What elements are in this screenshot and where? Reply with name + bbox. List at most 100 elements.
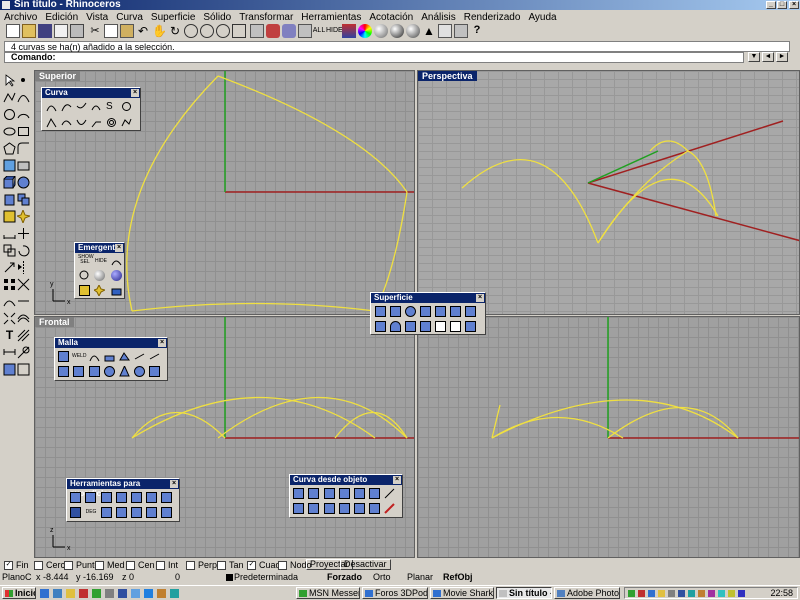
palette-superficie-title[interactable]: Superficie × — [371, 293, 485, 303]
menu-analisis[interactable]: Análisis — [417, 12, 459, 23]
quick-launch-word-icon[interactable] — [118, 589, 127, 598]
mirror-icon[interactable] — [17, 261, 30, 274]
curve-wireframe-icon[interactable] — [324, 503, 335, 514]
grid-snap-icon[interactable] — [282, 24, 296, 38]
cmd-scroll-down-button[interactable]: ▼ — [748, 52, 760, 62]
srf-shrink-icon[interactable] — [116, 507, 127, 518]
curve-duplicate-border-icon[interactable] — [339, 488, 350, 499]
shaded-sphere-icon[interactable] — [94, 270, 105, 281]
tray-app-icon[interactable] — [688, 590, 695, 597]
srf-patch-icon[interactable] — [450, 306, 461, 317]
palette-emergente-title[interactable]: Emergente × — [75, 243, 124, 253]
menu-superficie[interactable]: Superficie — [147, 12, 199, 23]
print-icon[interactable] — [70, 24, 84, 38]
osnap-cuad[interactable]: ✓ Cuad — [247, 560, 281, 570]
tray-app5-icon[interactable] — [728, 590, 735, 597]
curve-blend-icon[interactable] — [46, 117, 57, 128]
mesh-split-icon[interactable] — [134, 351, 145, 362]
srf-extend-icon[interactable] — [131, 492, 142, 503]
pan-hand-icon[interactable]: ✋ — [152, 24, 167, 38]
open-folder-icon[interactable] — [22, 24, 36, 38]
viewport-perspective[interactable]: Perspectiva — [417, 70, 800, 315]
quick-launch-folder-icon[interactable] — [66, 589, 75, 598]
curve-pencil-icon[interactable] — [384, 503, 395, 514]
srf-edge-icon[interactable] — [390, 306, 401, 317]
ellipse-icon[interactable] — [3, 125, 16, 138]
zoom-window-icon[interactable] — [200, 24, 214, 38]
osnap-cen-checkbox[interactable] — [126, 560, 135, 570]
srf-degree-icon[interactable]: DEG — [84, 506, 98, 517]
tray-app2-icon[interactable] — [698, 590, 705, 597]
menu-curva[interactable]: Curva — [112, 12, 147, 23]
curve-extract-iso-icon[interactable] — [354, 488, 365, 499]
curve-arc-icon[interactable] — [111, 256, 122, 267]
palette-superficie-close-icon[interactable]: × — [476, 294, 484, 302]
mesh-globe-icon[interactable] — [134, 366, 145, 377]
palette-curva-close-icon[interactable]: × — [131, 89, 139, 97]
rotate-icon[interactable] — [17, 244, 30, 257]
render-sphere-icon[interactable] — [390, 24, 404, 38]
srf-sweep-icon[interactable] — [420, 306, 431, 317]
curve-spiral-icon[interactable] — [121, 101, 132, 112]
curve-duplicate-edge-icon[interactable] — [324, 488, 335, 499]
light-icon[interactable]: ▲ — [422, 24, 436, 38]
mesh-plane-icon[interactable] — [58, 366, 69, 377]
tray-app6-icon[interactable] — [738, 590, 745, 597]
taskbar-foros[interactable]: Foros 3DPoder ... — [362, 587, 428, 599]
paste-icon[interactable] — [120, 24, 134, 38]
menu-solido[interactable]: Sólido — [199, 12, 235, 23]
srf-sweep2-icon[interactable] — [405, 321, 416, 332]
select-all-icon[interactable]: ALL — [312, 24, 326, 38]
quick-launch-outlook-icon[interactable] — [131, 589, 140, 598]
viewport-right[interactable] — [417, 316, 800, 558]
palette-curva-objeto-title[interactable]: Curva desde objeto × — [290, 475, 402, 485]
srf-loft-icon[interactable] — [435, 306, 446, 317]
spark-icon[interactable] — [15, 208, 32, 225]
mesh-cylinder-icon[interactable] — [89, 366, 100, 377]
osnap-cen[interactable]: Cen — [126, 560, 155, 570]
osnap-cerca-checkbox[interactable] — [34, 560, 43, 570]
mesh-box-icon[interactable] — [58, 351, 69, 362]
cmd-prev-button[interactable]: ◄ — [762, 52, 774, 62]
curve-helix-icon[interactable] — [91, 101, 102, 112]
start-button[interactable]: Inicio — [2, 587, 36, 599]
polyline-icon[interactable] — [3, 91, 16, 104]
status-forzado-toggle[interactable]: Forzado — [327, 572, 362, 583]
osnap-nodo-checkbox[interactable] — [278, 560, 287, 570]
zoom-icon[interactable] — [184, 24, 198, 38]
circle-icon[interactable] — [3, 108, 16, 121]
offset-icon[interactable] — [17, 312, 30, 325]
mesh-sphere-icon[interactable] — [104, 366, 115, 377]
command-input[interactable]: Comando: — [4, 52, 744, 63]
curve-cv-icon[interactable] — [61, 101, 72, 112]
rectangle-icon[interactable] — [17, 125, 30, 138]
tray-app3-icon[interactable] — [708, 590, 715, 597]
tray-network-icon[interactable] — [648, 590, 655, 597]
srf-chamfer-icon[interactable] — [85, 492, 96, 503]
srf-rebuild-icon[interactable] — [101, 507, 112, 518]
menu-ayuda[interactable]: Ayuda — [524, 12, 560, 23]
srf-grid-icon[interactable] — [435, 321, 446, 332]
osnap-fin[interactable]: ✓ Fin — [4, 560, 29, 570]
curve-chamfer-icon[interactable] — [91, 117, 102, 128]
status-refobj-toggle[interactable]: RefObj — [443, 572, 473, 583]
palette-curva-title[interactable]: Curva × — [42, 88, 140, 98]
text-icon[interactable]: T — [3, 329, 16, 342]
hatch-icon[interactable] — [17, 329, 30, 342]
curve-project-icon[interactable] — [293, 488, 304, 499]
spark-tool-icon[interactable] — [92, 283, 107, 298]
curve-interp-icon[interactable] — [46, 101, 57, 112]
array-icon[interactable] — [3, 278, 16, 291]
taskbar-rhino-active[interactable]: Sin título - Rhi... — [496, 587, 552, 599]
menu-herramientas[interactable]: Herramientas — [297, 12, 365, 23]
zoom-extents-icon[interactable] — [216, 24, 230, 38]
cut-icon[interactable]: ✂ — [88, 24, 102, 38]
srf-corner-icon[interactable] — [375, 306, 386, 317]
osnap-punto-checkbox[interactable] — [64, 560, 73, 570]
osnap-med[interactable]: Med — [95, 560, 125, 570]
srf-split-icon[interactable] — [450, 321, 461, 332]
rotate-view-icon[interactable]: ↻ — [168, 24, 182, 38]
scale-icon[interactable] — [3, 261, 16, 274]
palette-malla-title[interactable]: Malla × — [55, 338, 167, 348]
curve-polyline-icon[interactable] — [121, 117, 132, 128]
